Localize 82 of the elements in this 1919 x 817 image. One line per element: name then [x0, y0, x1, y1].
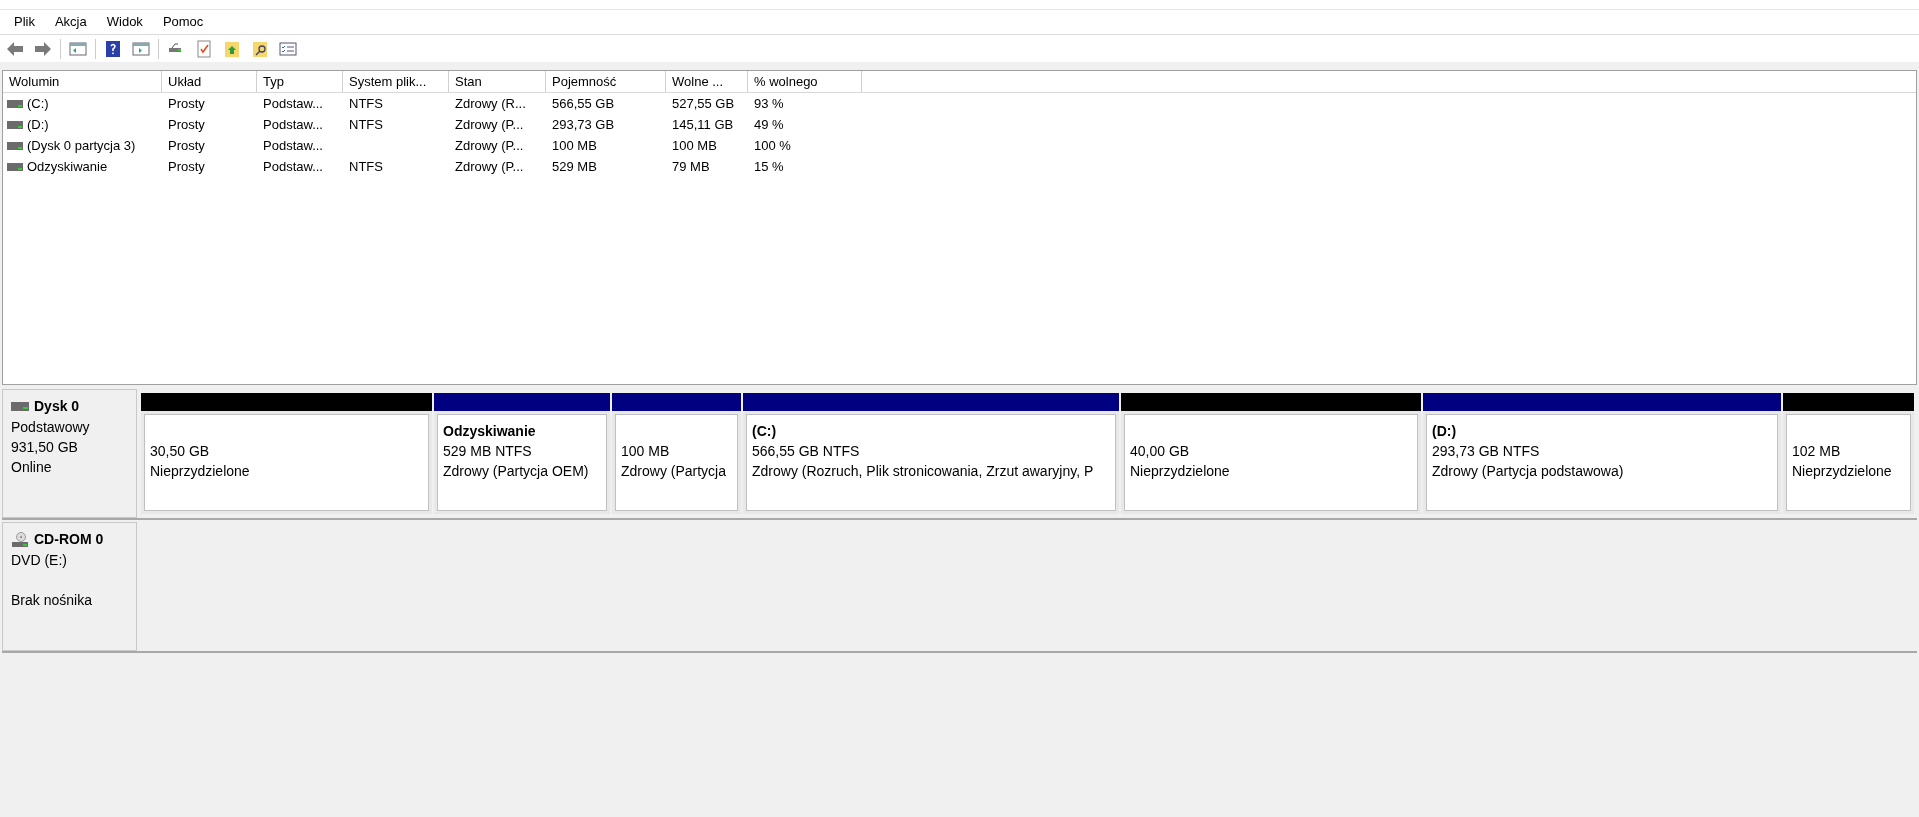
partition-size: 529 MB NTFS: [443, 442, 533, 461]
table-cell-text: NTFS: [349, 157, 383, 176]
table-cell-text: Podstaw...: [263, 136, 323, 155]
partition-block[interactable]: Odzyskiwanie 529 MB NTFS Zdrowy (Partycja OEM): [434, 393, 610, 514]
partition-block[interactable]: (D:) 293,73 GB NTFS Zdrowy (Partycja podstawowa): [1423, 393, 1781, 514]
drive-icon: [7, 120, 23, 129]
menu-item[interactable]: Pomoc: [152, 10, 214, 34]
table-cell-text: 566,55 GB: [552, 94, 615, 113]
partition-status: Nieprzydzielone: [1130, 462, 1231, 481]
table-cell-text: 293,73 GB: [552, 115, 615, 134]
drive-icon: [7, 141, 23, 150]
table-cell-text: Prosty: [168, 94, 205, 113]
partition-status: Zdrowy (Rozruch, Plik stronicowania, Zrzut awaryjny, P: [752, 462, 1095, 481]
partition-name: Odzyskiwanie: [443, 422, 537, 441]
table-cell-text: Podstaw...: [263, 157, 323, 176]
drive-icon: [7, 99, 23, 108]
column-header[interactable]: Układ: [162, 71, 257, 92]
table-cell-text: NTFS: [349, 94, 383, 113]
partition-size: 100 MB: [621, 442, 671, 461]
table-cell-text: Prosty: [168, 136, 205, 155]
table-cell-text: 100 MB: [552, 136, 597, 155]
partition-block[interactable]: 40,00 GB Nieprzydzielone: [1121, 393, 1421, 514]
table-cell-text: 145,11 GB: [672, 115, 734, 134]
table-cell-text: 100 %: [754, 136, 791, 155]
partition-block[interactable]: 30,50 GB Nieprzydzielone: [141, 393, 432, 514]
column-header[interactable]: Pojemność: [546, 71, 666, 92]
drive-icon: [7, 162, 23, 171]
disk-name: Dysk 0: [34, 397, 80, 416]
column-header[interactable]: Wolumin: [3, 71, 162, 92]
table-cell-text: 93 %: [754, 94, 784, 113]
table-cell-text: (C:): [27, 94, 49, 113]
table-cell-text: (Dysk 0 partycja 3): [27, 136, 136, 155]
table-cell-text: Zdrowy (P...: [455, 157, 524, 176]
partition-block[interactable]: 100 MB Zdrowy (Partycja: [612, 393, 741, 514]
table-cell-text: 527,55 GB: [672, 94, 735, 113]
disk-info: 931,50 GB: [11, 438, 79, 457]
partition-name: (C:): [752, 422, 778, 441]
table-cell-text: 15 %: [754, 157, 784, 176]
checklist-icon: [194, 38, 214, 59]
partition-status: Zdrowy (Partycja podstawowa): [1432, 462, 1625, 481]
partition-size: 102 MB: [1792, 442, 1842, 461]
partition-size: 293,73 GB NTFS: [1432, 442, 1541, 461]
menu-item[interactable]: Akcja: [44, 10, 97, 34]
table-cell-text: Odzyskiwanie: [27, 157, 108, 176]
disk-info: Podstawowy: [11, 418, 91, 437]
partition-block[interactable]: 102 MB Nieprzydzielone: [1783, 393, 1914, 514]
table-cell-text: 49 %: [754, 115, 784, 134]
column-header[interactable]: Stan: [449, 71, 546, 92]
table-cell-text: Prosty: [168, 157, 205, 176]
partition-status: Nieprzydzielone: [150, 462, 251, 481]
partition-status: Zdrowy (Partycja: [621, 462, 728, 481]
disk-info: DVD (E:): [11, 551, 68, 570]
partition-size: 40,00 GB: [1130, 442, 1191, 461]
table-cell-text: Zdrowy (R...: [455, 94, 526, 113]
table-cell-text: NTFS: [349, 115, 383, 134]
table-cell-text: Prosty: [168, 115, 205, 134]
partition-block[interactable]: (C:) 566,55 GB NTFS Zdrowy (Rozruch, Plik stronicowania, Zrzut awaryjny, P: [743, 393, 1119, 514]
drive-icon: [11, 402, 29, 411]
column-header[interactable]: % wolnego: [748, 71, 862, 92]
partition-size: 30,50 GB: [150, 442, 211, 461]
menu-item[interactable]: Widok: [96, 10, 153, 34]
table-cell-text: Podstaw...: [263, 94, 323, 113]
column-header[interactable]: Wolne ...: [666, 71, 748, 92]
partition-name: (D:): [1432, 422, 1458, 441]
table-cell-text: 529 MB: [552, 157, 597, 176]
table-cell-text: 79 MB: [672, 157, 710, 176]
partition-status: Nieprzydzielone: [1792, 462, 1893, 481]
disk-info: Online: [11, 458, 53, 477]
menu-item[interactable]: Plik: [4, 10, 45, 34]
partition-size: 566,55 GB NTFS: [752, 442, 861, 461]
disk-name: CD-ROM 0: [34, 530, 104, 549]
column-header[interactable]: Typ: [257, 71, 343, 92]
disk-status: Brak nośnika: [11, 591, 93, 610]
optical-drive-icon: [11, 531, 29, 548]
help-icon: [103, 38, 123, 59]
column-header[interactable]: System plik...: [343, 71, 449, 92]
table-cell-text: 100 MB: [672, 136, 717, 155]
table-cell-text: (D:): [27, 115, 49, 134]
table-cell-text: Podstaw...: [263, 115, 323, 134]
table-cell-text: Zdrowy (P...: [455, 136, 524, 155]
table-cell-text: Zdrowy (P...: [455, 115, 524, 134]
partition-status: Zdrowy (Partycja OEM): [443, 462, 590, 481]
